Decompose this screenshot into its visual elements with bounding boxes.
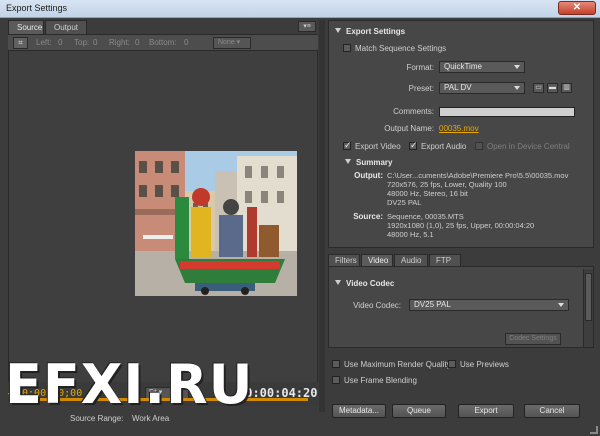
summary-source-line: 48000 Hz, 5.1 — [387, 230, 434, 239]
resize-grip-icon[interactable] — [590, 426, 598, 434]
crop-preset-select[interactable]: None ▾ — [213, 37, 251, 49]
summary-output-line: C:\User...cuments\Adobe\Premiere Pro\5.5… — [387, 171, 569, 180]
preset-select[interactable]: PAL DV — [439, 82, 525, 94]
tab-output[interactable]: Output — [45, 20, 87, 34]
output-name-label: Output Name: — [384, 124, 434, 133]
export-settings-header[interactable]: Export Settings — [335, 27, 405, 36]
video-codec-label: Video Codec: — [353, 301, 401, 310]
codec-settings-button[interactable]: Codec Settings — [505, 333, 561, 345]
summary-source-label: Source: — [353, 212, 383, 221]
device-central-label: Open in Device Central — [487, 142, 570, 151]
panel-menu-button[interactable]: ▾≡ — [298, 21, 316, 32]
match-sequence-checkbox[interactable] — [343, 44, 351, 52]
collapse-triangle-icon — [335, 280, 341, 285]
summary-source-line: 1920x1080 (1,0), 25 fps, Upper, 00:00:04… — [387, 221, 535, 230]
crop-top-value[interactable]: 0 — [93, 38, 97, 47]
video-codec-header[interactable]: Video Codec — [335, 279, 394, 288]
export-settings-panel: Export Settings Match Sequence Settings … — [328, 20, 594, 248]
watermark-text: EFXI.RU — [5, 353, 254, 416]
tab-filters[interactable]: Filters — [328, 254, 360, 266]
summary-output-label: Output: — [354, 171, 383, 180]
comments-label: Comments: — [393, 107, 434, 116]
settings-pane: Export Settings Match Sequence Settings … — [328, 20, 594, 418]
summary-source-line: Sequence, 00035.MTS — [387, 212, 464, 221]
export-video-label: Export Video — [355, 142, 401, 151]
tab-video[interactable]: Video — [361, 254, 393, 266]
crop-toolbar: ⌗ Left: 0 Top: 0 Right: 0 Bottom: 0 None… — [8, 34, 318, 50]
import-preset-icon[interactable]: ▬ — [547, 83, 558, 93]
video-panel-scrollbar[interactable] — [583, 269, 593, 347]
title-bar: Export Settings ✕ — [0, 0, 600, 18]
dialog-buttons: Metadata... Queue Export Cancel — [328, 404, 594, 420]
use-previews-checkbox[interactable] — [448, 360, 456, 368]
window-title: Export Settings — [6, 3, 68, 13]
use-previews-label: Use Previews — [460, 360, 509, 369]
queue-button[interactable]: Queue — [392, 404, 446, 418]
comments-input[interactable] — [439, 107, 575, 117]
delete-preset-icon[interactable]: ▥ — [561, 83, 572, 93]
crop-left-value[interactable]: 0 — [58, 38, 62, 47]
collapse-triangle-icon — [345, 159, 351, 164]
crop-right-label: Right: — [109, 38, 130, 47]
device-central-checkbox[interactable] — [475, 142, 483, 150]
crop-right-value[interactable]: 0 — [135, 38, 139, 47]
chevron-down-icon — [558, 303, 564, 307]
export-video-checkbox[interactable] — [343, 140, 352, 151]
max-render-quality-checkbox[interactable] — [332, 360, 340, 368]
frame-blending-checkbox[interactable] — [332, 376, 340, 384]
format-label: Format: — [406, 63, 434, 72]
export-audio-checkbox[interactable] — [409, 140, 418, 151]
preset-label: Preset: — [408, 84, 434, 93]
export-audio-label: Export Audio — [421, 142, 467, 151]
video-frame — [135, 151, 297, 296]
frame-blending-label: Use Frame Blending — [344, 376, 417, 385]
chevron-down-icon — [514, 65, 520, 69]
summary-output-line: DV25 PAL — [387, 198, 422, 207]
chevron-down-icon — [514, 86, 520, 90]
crop-bottom-value[interactable]: 0 — [184, 38, 188, 47]
max-render-quality-label: Use Maximum Render Quality — [344, 360, 451, 369]
crop-top-label: Top: — [74, 38, 90, 47]
close-window-button[interactable]: ✕ — [558, 1, 596, 15]
render-options: Use Maximum Render Quality Use Previews … — [328, 354, 594, 386]
export-button[interactable]: Export — [458, 404, 514, 418]
tab-ftp[interactable]: FTP — [429, 254, 461, 266]
summary-header[interactable]: Summary — [345, 158, 392, 167]
summary-output-line: 48000 Hz, Stereo, 16 bit — [387, 189, 468, 198]
output-name-link[interactable]: 00035.mov — [439, 124, 479, 133]
cancel-button[interactable]: Cancel — [524, 404, 580, 418]
collapse-triangle-icon — [335, 28, 341, 33]
crop-tool-icon[interactable]: ⌗ — [13, 37, 28, 49]
video-settings-panel: Video Codec Video Codec: DV25 PAL Codec … — [328, 266, 594, 348]
pane-divider[interactable] — [319, 20, 325, 412]
video-codec-select[interactable]: DV25 PAL — [409, 299, 569, 311]
crop-left-label: Left: — [36, 38, 52, 47]
metadata-button[interactable]: Metadata... — [332, 404, 386, 418]
scrollbar-thumb[interactable] — [585, 273, 592, 321]
tab-audio[interactable]: Audio — [394, 254, 428, 266]
tab-source[interactable]: Source — [8, 20, 44, 34]
summary-output-line: 720x576, 25 fps, Lower, Quality 100 — [387, 180, 507, 189]
crop-bottom-label: Bottom: — [149, 38, 177, 47]
match-sequence-label: Match Sequence Settings — [355, 44, 447, 53]
format-select[interactable]: QuickTime — [439, 61, 525, 73]
save-preset-icon[interactable]: ▭ — [533, 83, 544, 93]
